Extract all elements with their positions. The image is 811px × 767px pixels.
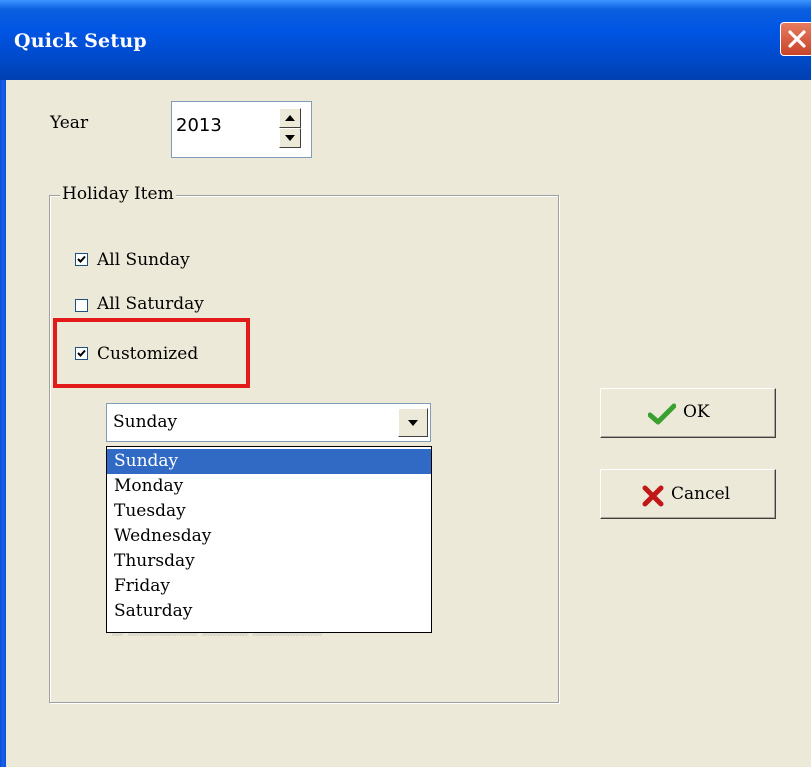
window-title: Quick Setup: [14, 30, 147, 52]
ok-button-label: OK: [683, 402, 710, 422]
cancel-button[interactable]: Cancel: [600, 469, 776, 519]
dropdown-option-sunday[interactable]: Sunday: [107, 449, 431, 474]
cancel-button-label: Cancel: [671, 484, 731, 504]
holiday-item-group-title: Holiday Item: [60, 184, 176, 204]
close-icon: [788, 30, 806, 48]
dropdown-option-thursday[interactable]: Thursday: [107, 549, 431, 574]
day-select[interactable]: Sunday: [106, 403, 431, 442]
dropdown-option-monday[interactable]: Monday: [107, 474, 431, 499]
day-select-dropdown-button[interactable]: [398, 408, 428, 437]
title-bar[interactable]: Quick Setup: [0, 0, 811, 80]
day-select-value: Sunday: [113, 412, 178, 432]
window-left-border: [0, 80, 6, 767]
quick-setup-dialog: Quick Setup Year 2013 Holiday Item All S: [0, 0, 811, 767]
checkmark-icon: [648, 403, 676, 425]
spin-down-arrow-icon: [285, 135, 295, 141]
dropdown-option-tuesday[interactable]: Tuesday: [107, 499, 431, 524]
chevron-down-icon: [408, 420, 418, 426]
checkmark-icon: [77, 255, 86, 263]
dropdown-option-friday[interactable]: Friday: [107, 574, 431, 599]
spin-up-arrow-icon: [285, 115, 295, 121]
x-icon: [642, 485, 664, 507]
year-spinbox[interactable]: 2013: [171, 101, 312, 158]
all-sunday-label[interactable]: All Sunday: [97, 250, 190, 270]
dropdown-option-wednesday[interactable]: Wednesday: [107, 524, 431, 549]
highlight-annotation-box: [53, 318, 250, 388]
all-saturday-checkbox[interactable]: [75, 299, 88, 312]
year-value[interactable]: 2013: [176, 115, 222, 136]
year-spin-up-button[interactable]: [279, 108, 301, 128]
close-button[interactable]: [780, 22, 811, 56]
ok-button[interactable]: OK: [600, 388, 776, 438]
all-saturday-label[interactable]: All Saturday: [97, 294, 204, 314]
all-sunday-checkbox[interactable]: [75, 253, 88, 266]
dropdown-option-saturday[interactable]: Saturday: [107, 599, 431, 624]
day-dropdown-list[interactable]: Sunday Monday Tuesday Wednesday Thursday…: [106, 446, 432, 633]
year-label: Year: [50, 113, 89, 133]
year-spin-down-button[interactable]: [279, 128, 301, 148]
